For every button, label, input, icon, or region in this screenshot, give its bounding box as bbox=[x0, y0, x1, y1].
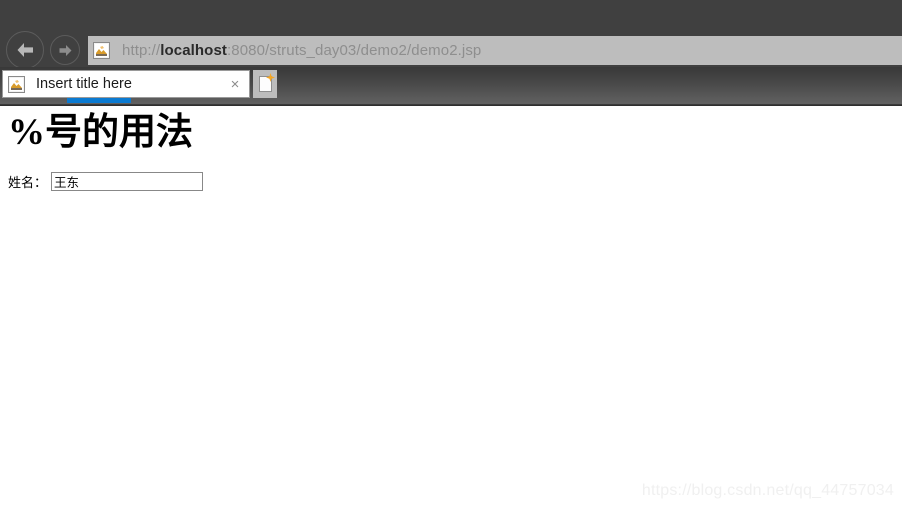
page-title: %号的用法 bbox=[8, 112, 193, 153]
back-button[interactable] bbox=[6, 31, 44, 69]
address-bar[interactable]: http://localhost:8080/struts_day03/demo2… bbox=[88, 36, 902, 65]
active-tab-indicator bbox=[67, 98, 131, 103]
name-input[interactable] bbox=[51, 172, 204, 191]
broken-image-icon bbox=[93, 42, 110, 59]
watermark: https://blog.csdn.net/qq_44757034 bbox=[641, 482, 894, 499]
arrow-right-icon bbox=[57, 43, 74, 58]
browser-titlebar bbox=[0, 0, 902, 29]
arrow-left-icon bbox=[14, 40, 36, 60]
broken-image-icon bbox=[8, 75, 25, 93]
browser-chrome: http://localhost:8080/struts_day03/demo2… bbox=[0, 0, 902, 106]
page-content: %号的用法 姓名： https://blog.csdn.net/qq_44757… bbox=[0, 106, 902, 506]
close-icon[interactable]: × bbox=[223, 77, 247, 92]
tab-title: Insert title here bbox=[36, 76, 132, 92]
new-tab-button[interactable] bbox=[253, 70, 277, 98]
address-bar-url: http://localhost:8080/struts_day03/demo2… bbox=[122, 42, 481, 59]
new-page-icon bbox=[258, 73, 275, 92]
url-host: localhost bbox=[160, 42, 227, 59]
name-label: 姓名： bbox=[8, 176, 48, 191]
name-form-row: 姓名： bbox=[8, 172, 204, 191]
url-suffix: :8080/struts_day03/demo2/demo2.jsp bbox=[226, 42, 482, 59]
url-prefix: http:// bbox=[122, 42, 161, 59]
forward-button[interactable] bbox=[50, 35, 80, 65]
tab-insert-title-here[interactable]: Insert title here × bbox=[2, 70, 250, 98]
